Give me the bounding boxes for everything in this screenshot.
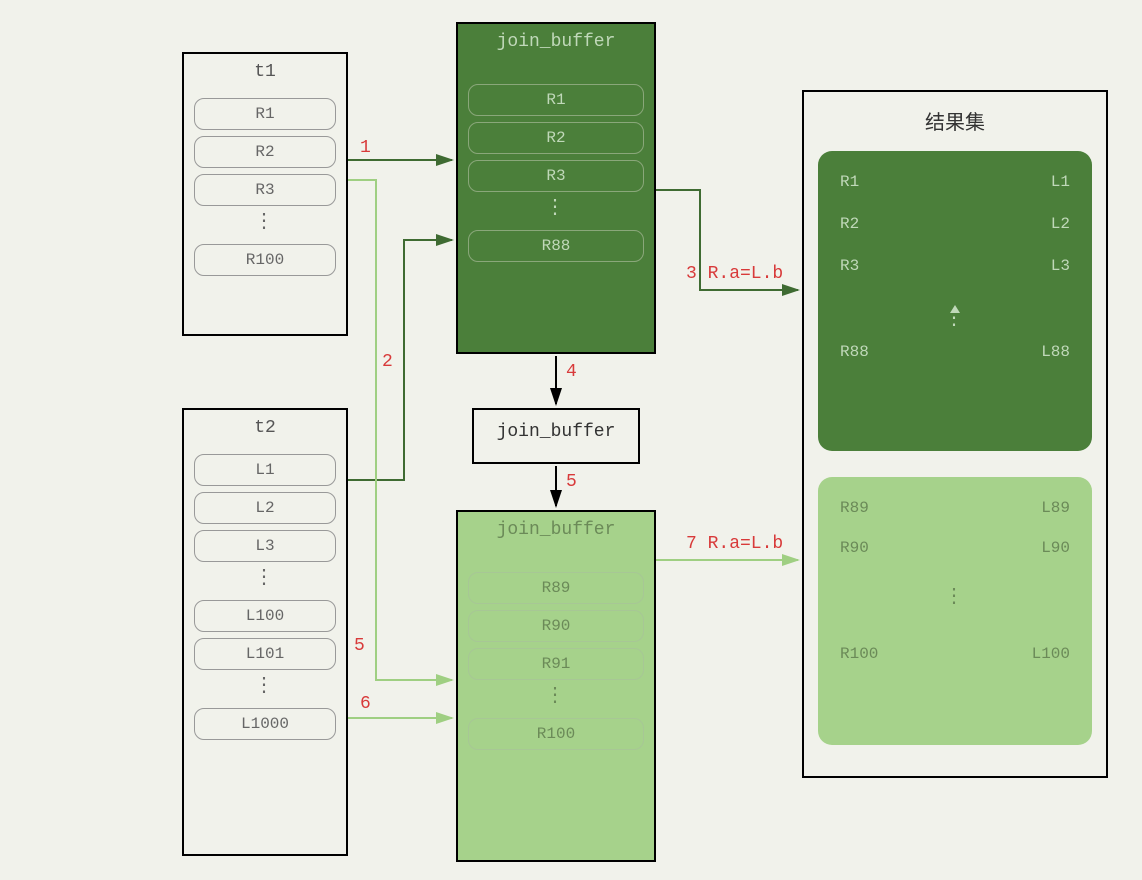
table-t1: t1 R1 R2 R3 ⋮ R100: [182, 52, 348, 336]
result-row: R90L90: [832, 525, 1078, 565]
edge-label-3: 3 R.a=L.b: [686, 264, 783, 284]
jb1-row: R2: [468, 122, 644, 154]
edge-5b: [348, 180, 452, 680]
t2-row: L3: [194, 530, 336, 562]
edge-label-5b: 5: [354, 636, 365, 656]
t2-rows: L1 L2 L3 ⋮ L100 L101 ⋮ L1000: [184, 444, 346, 756]
join-buffer-2: join_buffer R89 R90 R91 ⋮ R100: [456, 510, 656, 862]
t1-row: R1: [194, 98, 336, 130]
result-row: R3L3: [832, 249, 1078, 283]
jb3-row: R89: [468, 572, 644, 604]
result-set: 结果集 R1L1 R2L2 R3L3 ⋮ R88L88 R89L89 R90L9…: [802, 90, 1108, 778]
table-t2: t2 L1 L2 L3 ⋮ L100 L101 ⋮ L1000: [182, 408, 348, 856]
join-buffer-1: join_buffer R1 R2 R3 ⋮ R88: [456, 22, 656, 354]
join-buffer-empty: join_buffer: [472, 408, 640, 464]
edge-2: [348, 240, 452, 480]
edge-label-6: 6: [360, 694, 371, 714]
edge-label-5a: 5: [566, 472, 577, 492]
edge-label-7: 7 R.a=L.b: [686, 534, 783, 554]
jb3-rows: R89 R90 R91 ⋮ R100: [458, 546, 654, 766]
jb1-row: R3: [468, 160, 644, 192]
t1-row: R3: [194, 174, 336, 206]
t1-title: t1: [184, 54, 346, 88]
t1-row: R2: [194, 136, 336, 168]
result-row: R2L2: [832, 207, 1078, 241]
jb3-row: R100: [468, 718, 644, 750]
t2-row: L1: [194, 454, 336, 486]
result-row: R1L1: [832, 165, 1078, 199]
jb1-title: join_buffer: [458, 24, 654, 58]
jb2-title: join_buffer: [474, 410, 638, 454]
result-row: R88L88: [832, 335, 1078, 369]
result-panel-2: R89L89 R90L90 ⋮ R100L100: [818, 477, 1092, 745]
t2-row: L100: [194, 600, 336, 632]
edge-label-2: 2: [382, 352, 393, 372]
jb1-row: R1: [468, 84, 644, 116]
ellipsis: ⋮: [194, 212, 336, 238]
result-row: R100L100: [832, 631, 1078, 671]
t1-row: R100: [194, 244, 336, 276]
t1-rows: R1 R2 R3 ⋮ R100: [184, 88, 346, 292]
t2-row: L1000: [194, 708, 336, 740]
ellipsis: ⋮: [194, 568, 336, 594]
jb1-row: R88: [468, 230, 644, 262]
edge-label-4: 4: [566, 362, 577, 382]
t2-row: L2: [194, 492, 336, 524]
edge-label-1: 1: [360, 138, 371, 158]
jb3-row: R91: [468, 648, 644, 680]
ellipsis: ⋮: [832, 309, 1078, 335]
t2-row: L101: [194, 638, 336, 670]
jb1-rows: R1 R2 R3 ⋮ R88: [458, 58, 654, 278]
ellipsis: ⋮: [832, 565, 1078, 631]
jb3-title: join_buffer: [458, 512, 654, 546]
result-row: R89L89: [832, 491, 1078, 525]
ellipsis: ⋮: [194, 676, 336, 702]
result-title: 结果集: [804, 92, 1106, 145]
jb3-row: R90: [468, 610, 644, 642]
ellipsis: ⋮: [468, 686, 644, 712]
ellipsis: ⋮: [468, 198, 644, 224]
t2-title: t2: [184, 410, 346, 444]
result-panel-1: R1L1 R2L2 R3L3 ⋮ R88L88: [818, 151, 1092, 451]
